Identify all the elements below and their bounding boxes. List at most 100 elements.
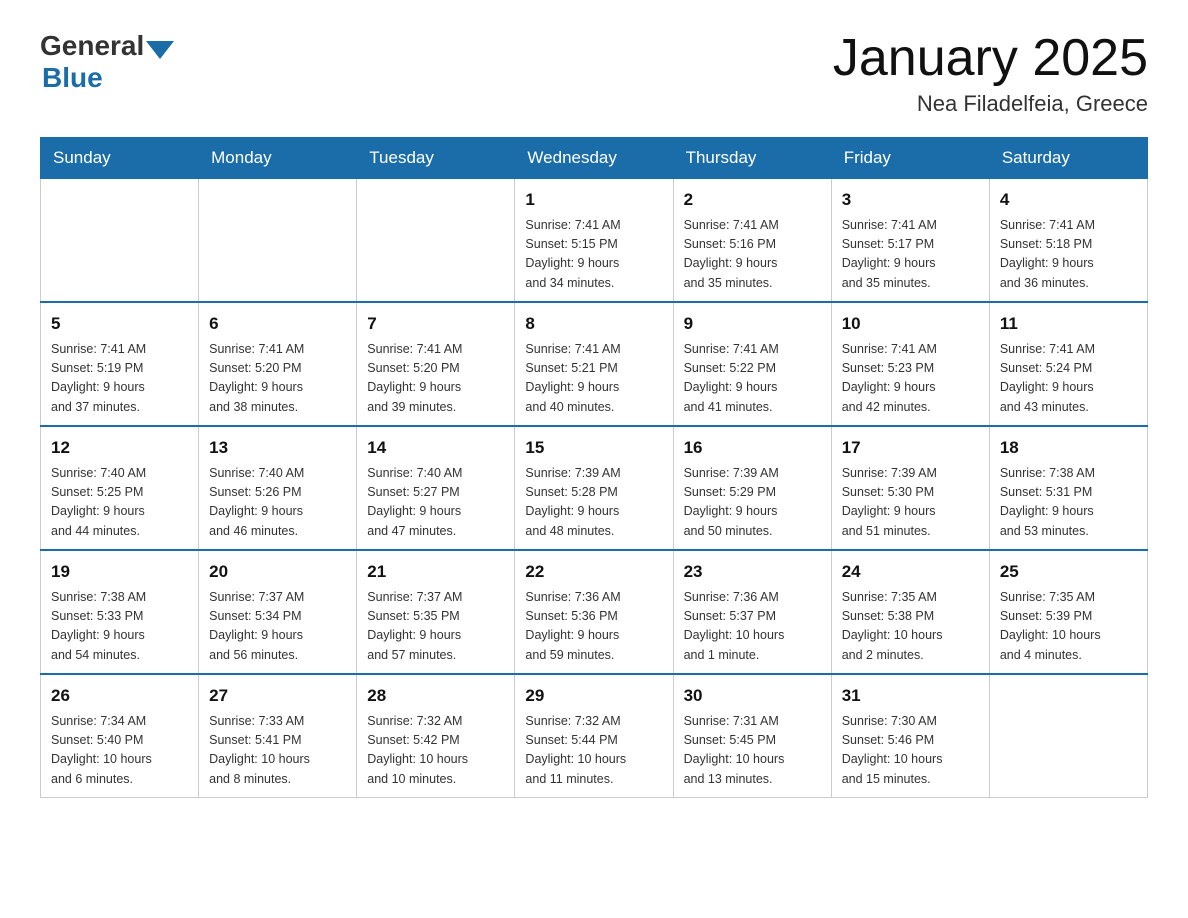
- day-info: Sunrise: 7:36 AM Sunset: 5:37 PM Dayligh…: [684, 588, 821, 666]
- day-number: 5: [51, 311, 188, 337]
- calendar-cell: 31 Sunrise: 7:30 AM Sunset: 5:46 PM Dayli…: [831, 674, 989, 798]
- logo-general-text: General: [40, 30, 144, 62]
- day-number: 28: [367, 683, 504, 709]
- day-info: Sunrise: 7:39 AM Sunset: 5:30 PM Dayligh…: [842, 464, 979, 542]
- calendar-cell: 1 Sunrise: 7:41 AM Sunset: 5:15 PM Daylig…: [515, 179, 673, 303]
- day-info: Sunrise: 7:37 AM Sunset: 5:35 PM Dayligh…: [367, 588, 504, 666]
- day-number: 24: [842, 559, 979, 585]
- day-info: Sunrise: 7:32 AM Sunset: 5:44 PM Dayligh…: [525, 712, 662, 790]
- day-info: Sunrise: 7:34 AM Sunset: 5:40 PM Dayligh…: [51, 712, 188, 790]
- day-info: Sunrise: 7:31 AM Sunset: 5:45 PM Dayligh…: [684, 712, 821, 790]
- day-number: 10: [842, 311, 979, 337]
- calendar-cell: 28Sunrise: 7:32 AM Sunset: 5:42 PM Dayli…: [357, 674, 515, 798]
- day-number: 25: [1000, 559, 1137, 585]
- calendar-header-friday: Friday: [831, 138, 989, 179]
- calendar-cell: [989, 674, 1147, 798]
- calendar-header-thursday: Thursday: [673, 138, 831, 179]
- calendar-cell: 20 Sunrise: 7:37 AM Sunset: 5:34 PM Dayli…: [199, 550, 357, 674]
- calendar-cell: 8 Sunrise: 7:41 AM Sunset: 5:21 PM Daylig…: [515, 302, 673, 426]
- calendar-cell: 2 Sunrise: 7:41 AM Sunset: 5:16 PM Daylig…: [673, 179, 831, 303]
- calendar-cell: 14 Sunrise: 7:40 AM Sunset: 5:27 PM Dayli…: [357, 426, 515, 550]
- logo: General Blue: [40, 30, 174, 94]
- calendar-cell: 10 Sunrise: 7:41 AM Sunset: 5:23 PM Dayli…: [831, 302, 989, 426]
- calendar-cell: [199, 179, 357, 303]
- day-info: Sunrise: 7:41 AM Sunset: 5:21 PM Dayligh…: [525, 340, 662, 418]
- calendar-cell: 4 Sunrise: 7:41 AM Sunset: 5:18 PM Daylig…: [989, 179, 1147, 303]
- day-info: Sunrise: 7:40 AM Sunset: 5:27 PM Dayligh…: [367, 464, 504, 542]
- day-info: Sunrise: 7:41 AM Sunset: 5:20 PM Dayligh…: [209, 340, 346, 418]
- day-info: Sunrise: 7:41 AM Sunset: 5:18 PM Dayligh…: [1000, 216, 1137, 294]
- day-number: 22: [525, 559, 662, 585]
- calendar-cell: 15 Sunrise: 7:39 AM Sunset: 5:28 PM Dayli…: [515, 426, 673, 550]
- day-info: Sunrise: 7:35 AM Sunset: 5:39 PM Dayligh…: [1000, 588, 1137, 666]
- calendar-header-saturday: Saturday: [989, 138, 1147, 179]
- calendar-cell: 22 Sunrise: 7:36 AM Sunset: 5:36 PM Dayli…: [515, 550, 673, 674]
- day-info: Sunrise: 7:38 AM Sunset: 5:33 PM Dayligh…: [51, 588, 188, 666]
- calendar-cell: 23Sunrise: 7:36 AM Sunset: 5:37 PM Dayli…: [673, 550, 831, 674]
- calendar-header-sunday: Sunday: [41, 138, 199, 179]
- calendar-header-wednesday: Wednesday: [515, 138, 673, 179]
- day-number: 3: [842, 187, 979, 213]
- calendar-week-row: 19Sunrise: 7:38 AM Sunset: 5:33 PM Dayli…: [41, 550, 1148, 674]
- calendar-cell: 29Sunrise: 7:32 AM Sunset: 5:44 PM Dayli…: [515, 674, 673, 798]
- day-info: Sunrise: 7:38 AM Sunset: 5:31 PM Dayligh…: [1000, 464, 1137, 542]
- calendar-week-row: 1 Sunrise: 7:41 AM Sunset: 5:15 PM Daylig…: [41, 179, 1148, 303]
- day-number: 4: [1000, 187, 1137, 213]
- day-number: 6: [209, 311, 346, 337]
- calendar-cell: 19Sunrise: 7:38 AM Sunset: 5:33 PM Dayli…: [41, 550, 199, 674]
- location-text: Nea Filadelfeia, Greece: [833, 91, 1148, 117]
- day-info: Sunrise: 7:41 AM Sunset: 5:20 PM Dayligh…: [367, 340, 504, 418]
- calendar-header-monday: Monday: [199, 138, 357, 179]
- day-info: Sunrise: 7:30 AM Sunset: 5:46 PM Dayligh…: [842, 712, 979, 790]
- day-number: 31: [842, 683, 979, 709]
- calendar-header-tuesday: Tuesday: [357, 138, 515, 179]
- day-info: Sunrise: 7:37 AM Sunset: 5:34 PM Dayligh…: [209, 588, 346, 666]
- day-number: 20: [209, 559, 346, 585]
- day-info: Sunrise: 7:41 AM Sunset: 5:23 PM Dayligh…: [842, 340, 979, 418]
- day-number: 17: [842, 435, 979, 461]
- day-number: 1: [525, 187, 662, 213]
- calendar-cell: 30Sunrise: 7:31 AM Sunset: 5:45 PM Dayli…: [673, 674, 831, 798]
- day-info: Sunrise: 7:41 AM Sunset: 5:17 PM Dayligh…: [842, 216, 979, 294]
- day-number: 13: [209, 435, 346, 461]
- calendar-cell: 12 Sunrise: 7:40 AM Sunset: 5:25 PM Dayli…: [41, 426, 199, 550]
- calendar-cell: 25 Sunrise: 7:35 AM Sunset: 5:39 PM Dayli…: [989, 550, 1147, 674]
- calendar-header-row: SundayMondayTuesdayWednesdayThursdayFrid…: [41, 138, 1148, 179]
- day-number: 26: [51, 683, 188, 709]
- calendar-cell: 9Sunrise: 7:41 AM Sunset: 5:22 PM Daylig…: [673, 302, 831, 426]
- calendar-cell: 21 Sunrise: 7:37 AM Sunset: 5:35 PM Dayli…: [357, 550, 515, 674]
- day-number: 18: [1000, 435, 1137, 461]
- day-number: 14: [367, 435, 504, 461]
- calendar-cell: 11 Sunrise: 7:41 AM Sunset: 5:24 PM Dayli…: [989, 302, 1147, 426]
- day-number: 8: [525, 311, 662, 337]
- calendar-cell: 5 Sunrise: 7:41 AM Sunset: 5:19 PM Daylig…: [41, 302, 199, 426]
- day-number: 16: [684, 435, 821, 461]
- day-info: Sunrise: 7:40 AM Sunset: 5:26 PM Dayligh…: [209, 464, 346, 542]
- day-info: Sunrise: 7:35 AM Sunset: 5:38 PM Dayligh…: [842, 588, 979, 666]
- calendar-week-row: 26 Sunrise: 7:34 AM Sunset: 5:40 PM Dayli…: [41, 674, 1148, 798]
- page-header: General Blue January 2025 Nea Filadelfei…: [40, 30, 1148, 117]
- day-info: Sunrise: 7:41 AM Sunset: 5:19 PM Dayligh…: [51, 340, 188, 418]
- day-info: Sunrise: 7:40 AM Sunset: 5:25 PM Dayligh…: [51, 464, 188, 542]
- day-info: Sunrise: 7:41 AM Sunset: 5:16 PM Dayligh…: [684, 216, 821, 294]
- day-number: 11: [1000, 311, 1137, 337]
- day-info: Sunrise: 7:36 AM Sunset: 5:36 PM Dayligh…: [525, 588, 662, 666]
- day-info: Sunrise: 7:41 AM Sunset: 5:15 PM Dayligh…: [525, 216, 662, 294]
- calendar-cell: 26 Sunrise: 7:34 AM Sunset: 5:40 PM Dayli…: [41, 674, 199, 798]
- day-number: 15: [525, 435, 662, 461]
- calendar-cell: [41, 179, 199, 303]
- day-number: 2: [684, 187, 821, 213]
- logo-triangle-icon: [146, 41, 174, 59]
- day-info: Sunrise: 7:39 AM Sunset: 5:28 PM Dayligh…: [525, 464, 662, 542]
- calendar-cell: 27Sunrise: 7:33 AM Sunset: 5:41 PM Dayli…: [199, 674, 357, 798]
- calendar-cell: 6 Sunrise: 7:41 AM Sunset: 5:20 PM Daylig…: [199, 302, 357, 426]
- day-info: Sunrise: 7:41 AM Sunset: 5:24 PM Dayligh…: [1000, 340, 1137, 418]
- calendar-week-row: 5 Sunrise: 7:41 AM Sunset: 5:19 PM Daylig…: [41, 302, 1148, 426]
- calendar-cell: 7Sunrise: 7:41 AM Sunset: 5:20 PM Daylig…: [357, 302, 515, 426]
- day-number: 21: [367, 559, 504, 585]
- calendar-week-row: 12 Sunrise: 7:40 AM Sunset: 5:25 PM Dayli…: [41, 426, 1148, 550]
- day-number: 12: [51, 435, 188, 461]
- calendar-cell: 17 Sunrise: 7:39 AM Sunset: 5:30 PM Dayli…: [831, 426, 989, 550]
- day-info: Sunrise: 7:39 AM Sunset: 5:29 PM Dayligh…: [684, 464, 821, 542]
- calendar-cell: 24 Sunrise: 7:35 AM Sunset: 5:38 PM Dayli…: [831, 550, 989, 674]
